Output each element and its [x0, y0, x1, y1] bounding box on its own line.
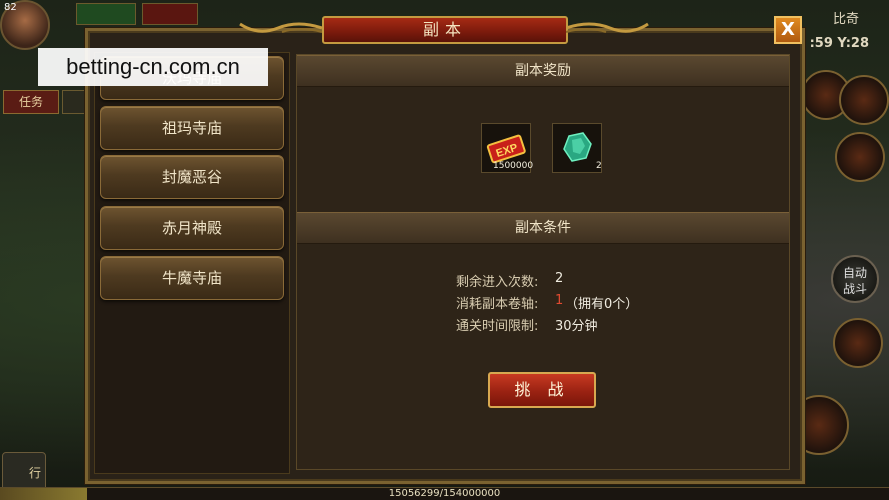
- dialog-title: 副本: [322, 16, 568, 44]
- title-ornament-right-icon: [566, 22, 649, 33]
- hud-tab-green[interactable]: [76, 3, 136, 25]
- reward-count-gem: 2: [596, 161, 602, 171]
- walk-button[interactable]: 行: [2, 452, 46, 492]
- player-level: 82: [4, 2, 17, 13]
- exp-text: 15056299/154000000: [388, 488, 501, 499]
- green-gem-icon: [563, 132, 592, 162]
- dungeon-item-chiyue[interactable]: 赤月神殿: [100, 206, 284, 250]
- close-button[interactable]: X: [774, 16, 802, 44]
- conditions-header: 副本条件: [297, 212, 789, 244]
- watermark: betting-cn.com.cn: [38, 48, 268, 86]
- scroll-owned-value: （拥有0个）: [565, 297, 639, 312]
- reward-slot-gem[interactable]: [552, 123, 602, 173]
- auto-fight-button[interactable]: 自动 战斗: [831, 255, 879, 303]
- dungeon-item-zuma[interactable]: 祖玛寺庙: [100, 106, 284, 150]
- time-limit-label: 通关时间限制:: [456, 319, 539, 334]
- entries-value: 2: [555, 271, 564, 286]
- dungeon-item-niumo[interactable]: 牛魔寺庙: [100, 256, 284, 300]
- hud-tab-red[interactable]: [142, 3, 198, 25]
- entries-label: 剩余进入次数:: [456, 275, 539, 290]
- map-coordinates: :59 Y:28: [809, 36, 869, 51]
- map-name: 比奇: [832, 12, 859, 27]
- rewards-header: 副本奖励: [297, 55, 789, 87]
- challenge-button[interactable]: 挑 战: [488, 372, 596, 408]
- auto-fight-label: 自动 战斗: [842, 266, 867, 296]
- time-limit-value: 30分钟: [555, 319, 598, 334]
- skill-button-2[interactable]: [839, 75, 889, 125]
- scroll-cost-value: 1: [555, 293, 564, 308]
- task-tab-button[interactable]: 任务: [3, 90, 59, 114]
- skill-button-4[interactable]: [833, 318, 883, 368]
- dungeon-item-fengmo[interactable]: 封魔恶谷: [100, 155, 284, 199]
- skill-button-3[interactable]: [835, 132, 885, 182]
- reward-count-exp: 1500000: [493, 161, 534, 171]
- exp-bar: 15056299/154000000: [0, 487, 889, 500]
- scroll-cost-label: 消耗副本卷轴:: [456, 297, 539, 312]
- title-ornament-left-icon: [239, 22, 322, 33]
